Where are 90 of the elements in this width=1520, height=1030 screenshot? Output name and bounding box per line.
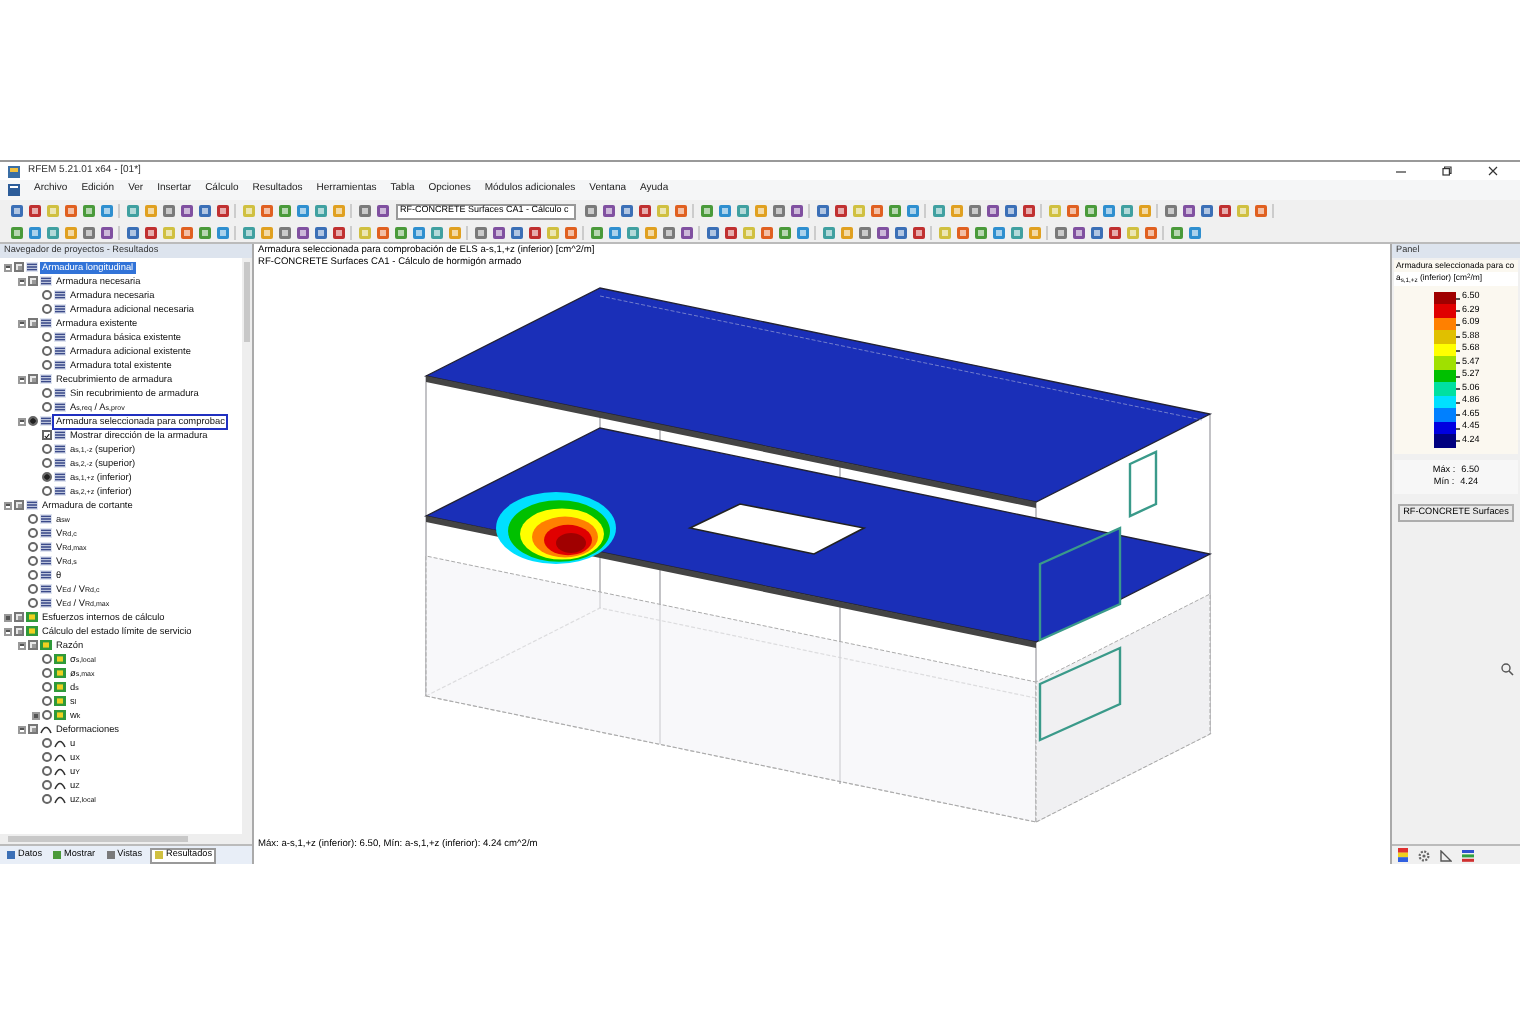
- radio-button[interactable]: [42, 388, 52, 398]
- radio-button[interactable]: [42, 402, 52, 412]
- checkbox[interactable]: [28, 374, 38, 384]
- rebar-icon: [54, 360, 66, 370]
- collapse-toggle[interactable]: [4, 263, 12, 271]
- rebar-icon: [40, 556, 52, 566]
- radio-button[interactable]: [28, 542, 38, 552]
- expand-toggle[interactable]: [4, 613, 12, 621]
- rebar-icon: [40, 542, 52, 552]
- rebar-icon: [54, 458, 66, 468]
- collapse-toggle[interactable]: [18, 319, 26, 327]
- rebar-icon: [40, 276, 52, 286]
- rebar-icon: [40, 318, 52, 328]
- radio-button[interactable]: [42, 682, 52, 692]
- rebar-icon: [54, 332, 66, 342]
- radio-button[interactable]: [42, 668, 52, 678]
- rebar-icon: [54, 304, 66, 314]
- rebar-icon: [40, 528, 52, 538]
- color-bars-icon[interactable]: [1462, 849, 1474, 861]
- close-icon[interactable]: [1488, 166, 1498, 176]
- radio-button[interactable]: [42, 710, 52, 720]
- radio-button[interactable]: [42, 780, 52, 790]
- rebar-icon: [40, 514, 52, 524]
- rebar-icon: [54, 444, 66, 454]
- rebar-icon: [40, 584, 52, 594]
- collapse-toggle[interactable]: [18, 277, 26, 285]
- radio-button[interactable]: [42, 290, 52, 300]
- radio-button[interactable]: [42, 752, 52, 762]
- radio-button[interactable]: [42, 332, 52, 342]
- radio-button[interactable]: [42, 444, 52, 454]
- radio-button[interactable]: [28, 556, 38, 566]
- checkbox[interactable]: [14, 612, 24, 622]
- radio-button[interactable]: [28, 416, 38, 426]
- tab-icon: [6, 850, 16, 860]
- checkbox[interactable]: [42, 430, 52, 440]
- radio-button[interactable]: [28, 584, 38, 594]
- radio-button[interactable]: [42, 766, 52, 776]
- checkbox[interactable]: [28, 276, 38, 286]
- rebar-icon: [40, 416, 52, 426]
- rebar-icon: [54, 430, 66, 440]
- checkbox[interactable]: [14, 500, 24, 510]
- radio-button[interactable]: [28, 514, 38, 524]
- minimize-icon[interactable]: [1396, 166, 1406, 176]
- collapse-toggle[interactable]: [18, 417, 26, 425]
- gear-icon[interactable]: [1418, 849, 1430, 861]
- tab-icon: [105, 850, 116, 860]
- vertical-scrollbar[interactable]: [242, 258, 252, 834]
- radio-button[interactable]: [42, 654, 52, 664]
- tab-icon: [52, 850, 63, 860]
- rebar-icon: [54, 290, 66, 300]
- color-scale-icon[interactable]: [1398, 848, 1408, 862]
- radio-button[interactable]: [42, 794, 52, 804]
- restore-icon[interactable]: [1442, 166, 1452, 176]
- radio-button[interactable]: [42, 696, 52, 706]
- radio-button[interactable]: [42, 360, 52, 370]
- radio-button[interactable]: [42, 458, 52, 468]
- checkbox[interactable]: [28, 640, 38, 650]
- checkbox[interactable]: [14, 626, 24, 636]
- collapse-toggle[interactable]: [18, 641, 26, 649]
- triangle-ruler-icon[interactable]: [1440, 849, 1452, 861]
- checkbox[interactable]: [28, 724, 38, 734]
- collapse-toggle[interactable]: [4, 627, 12, 635]
- tab-icon: [154, 850, 165, 860]
- collapse-toggle[interactable]: [18, 725, 26, 733]
- app-icon: [8, 165, 20, 177]
- radio-button[interactable]: [42, 346, 52, 356]
- collapse-toggle[interactable]: [18, 375, 26, 383]
- rebar-icon: [40, 374, 52, 384]
- zoom-icon[interactable]: [1500, 662, 1514, 677]
- rebar-icon: [54, 486, 66, 496]
- radio-button[interactable]: [42, 486, 52, 496]
- rebar-icon: [54, 346, 66, 356]
- checkbox[interactable]: [28, 318, 38, 328]
- radio-button[interactable]: [28, 598, 38, 608]
- rebar-icon: [40, 598, 52, 608]
- radio-button[interactable]: [42, 304, 52, 314]
- expand-toggle[interactable]: [32, 711, 40, 719]
- checkbox[interactable]: [14, 262, 24, 272]
- radio-button[interactable]: [42, 738, 52, 748]
- radio-button[interactable]: [28, 528, 38, 538]
- document-icon[interactable]: [8, 184, 20, 196]
- rebar-icon: [54, 472, 66, 482]
- radio-button[interactable]: [28, 570, 38, 580]
- collapse-toggle[interactable]: [4, 501, 12, 509]
- rebar-icon: [26, 262, 38, 272]
- rebar-icon: [54, 402, 66, 412]
- radio-button[interactable]: [42, 472, 52, 482]
- rebar-icon: [54, 388, 66, 398]
- rebar-icon: [40, 570, 52, 580]
- rebar-icon: [26, 500, 38, 510]
